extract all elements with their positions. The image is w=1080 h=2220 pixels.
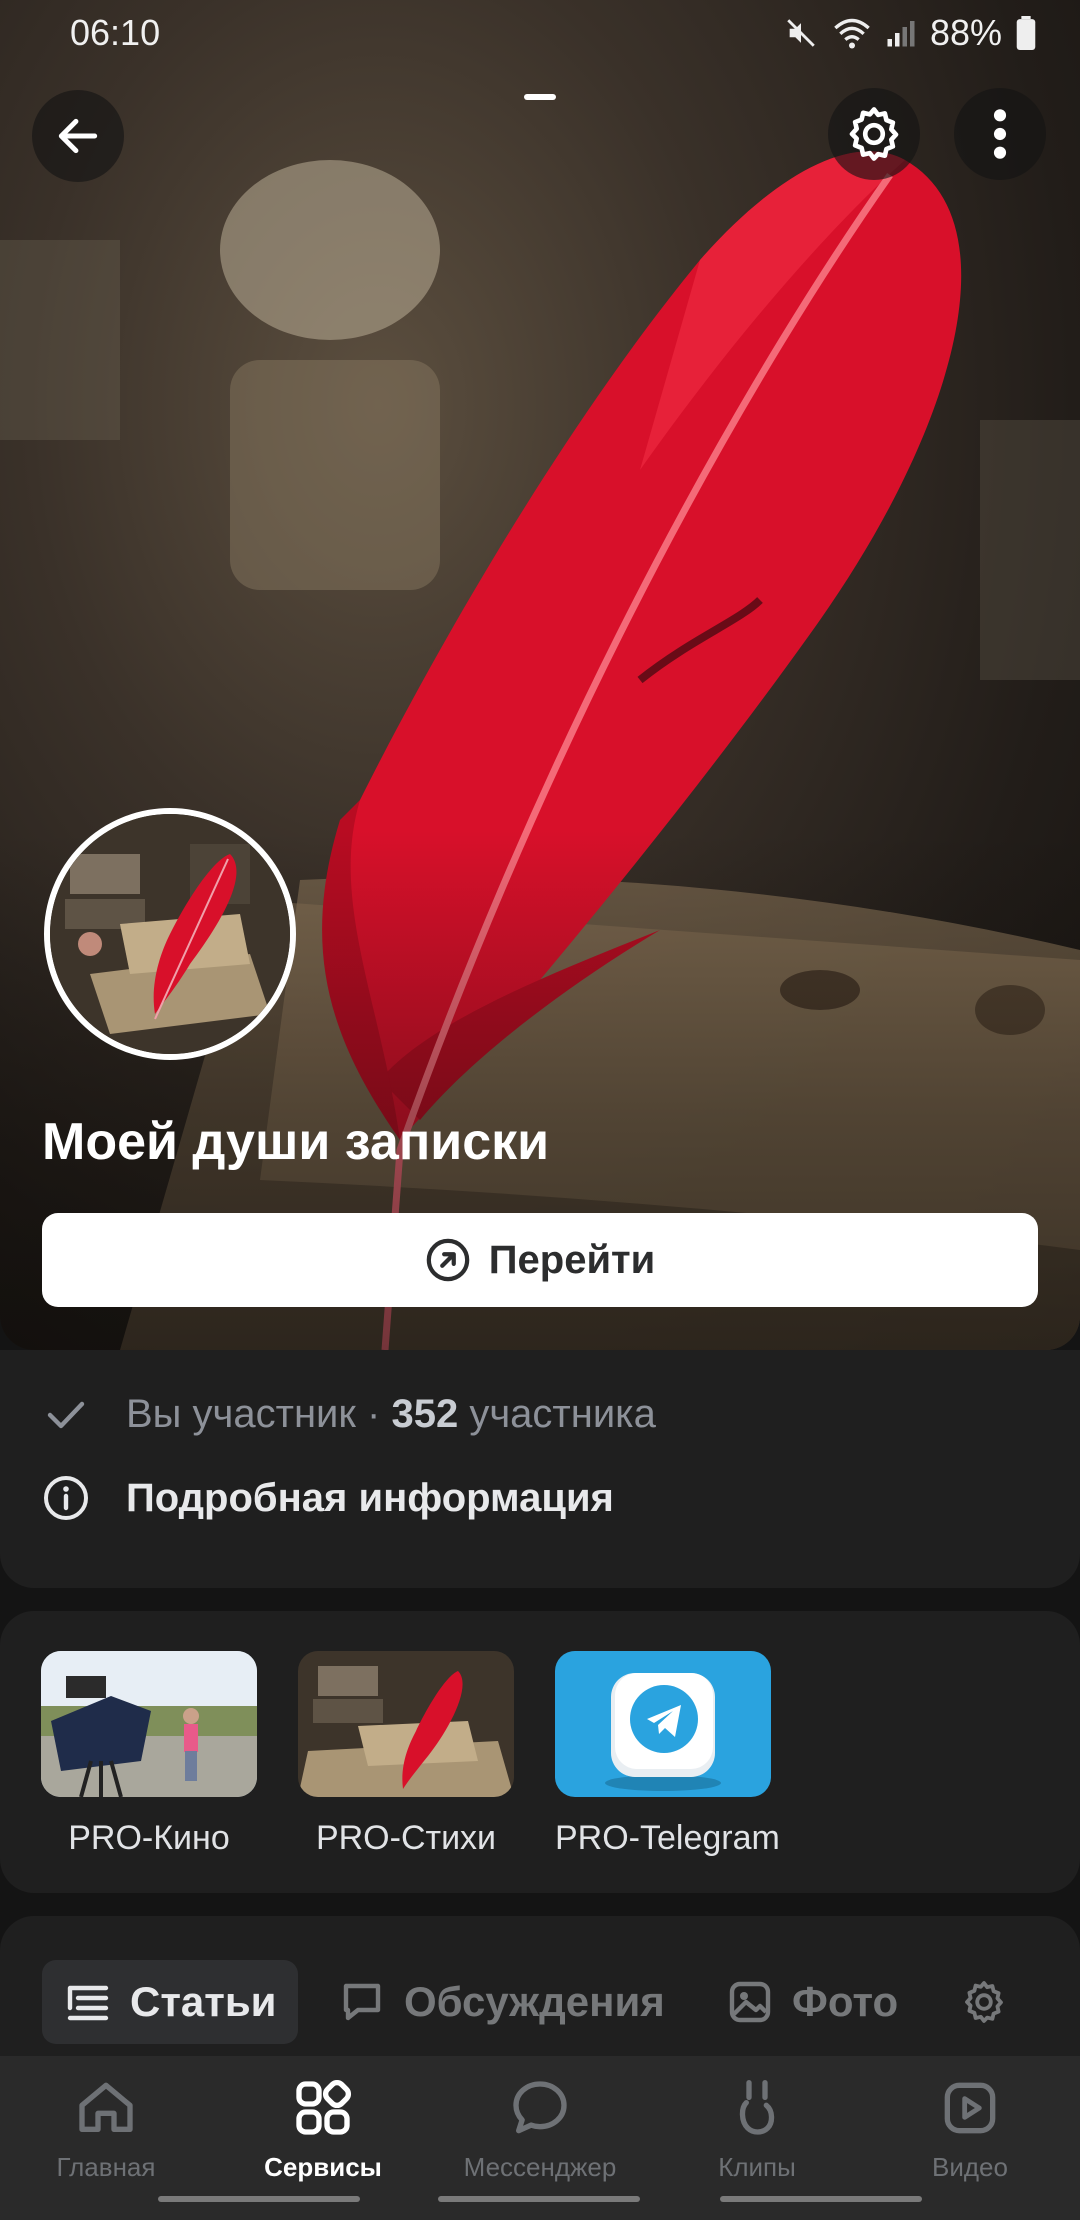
gesture-bar-left [158, 2196, 360, 2202]
gesture-bar-right [720, 2196, 922, 2202]
status-bar: 06:10 88% [0, 0, 1080, 66]
tab-photos[interactable]: Фото [704, 1960, 920, 2044]
details-row[interactable]: Подробная информация [42, 1474, 614, 1522]
more-vertical-icon [993, 109, 1007, 159]
telegram-logo-icon [605, 1673, 721, 1791]
nav-video-label: Видео [932, 2152, 1008, 2182]
member-count: 352 [391, 1391, 459, 1436]
go-button-label: Перейти [488, 1237, 656, 1282]
nav-messenger-label: Мессенджер [463, 2152, 617, 2182]
nav-home-label: Главная [56, 2152, 156, 2182]
tab-articles-label: Статьи [130, 1978, 277, 2025]
link-label-telegram: PRO-Telegram [555, 1819, 780, 1857]
tab-articles[interactable]: Статьи [42, 1960, 299, 2044]
status-time: 06:10 [70, 12, 161, 53]
link-pro-stihi[interactable]: PRO-Стихи [298, 1651, 514, 1858]
link-pro-telegram[interactable]: PRO-Telegram [555, 1651, 780, 1858]
link-thumb-stihi [298, 1651, 514, 1797]
signal-icon [887, 21, 915, 47]
gesture-bar-center [438, 2196, 640, 2202]
camera-photo [41, 1651, 257, 1797]
membership-text: Вы участник · 352 участника [126, 1392, 656, 1437]
nav-clips[interactable]: Клипы [667, 2070, 847, 2183]
settings-button[interactable] [828, 88, 920, 180]
nav-services-label: Сервисы [264, 2152, 382, 2182]
battery-percent: 88% [929, 12, 1002, 53]
arrow-left-icon [58, 118, 98, 154]
tab-discussions[interactable]: Обсуждения [316, 1960, 687, 2044]
link-pro-kino[interactable]: PRO-Кино [41, 1651, 257, 1858]
battery-icon [1016, 16, 1036, 50]
articles-icon [67, 1985, 109, 2021]
services-icon [296, 2079, 352, 2135]
member-word: участника [469, 1391, 656, 1436]
member-status: Вы участник [126, 1391, 356, 1436]
link-thumb-kino [41, 1651, 257, 1797]
more-button[interactable] [954, 88, 1046, 180]
check-icon [47, 1401, 85, 1429]
photo-icon [729, 1981, 771, 2023]
video-icon [944, 2082, 996, 2134]
go-button[interactable]: Перейти [42, 1213, 1038, 1307]
gear-icon [849, 107, 899, 161]
tab-discussions-label: Обсуждения [404, 1978, 665, 2025]
back-button[interactable] [32, 90, 124, 182]
feather-photo [298, 1651, 514, 1797]
gear-icon [965, 1981, 1003, 2023]
wifi-icon [834, 18, 870, 49]
tabs-settings-button[interactable] [938, 1960, 1030, 2044]
links-card: PRO-Кино PRO-Стихи PRO-Telegram [0, 1611, 1080, 1893]
mute-icon [787, 19, 815, 47]
nav-clips-label: Клипы [718, 2152, 796, 2182]
group-title: Моей души записки [42, 1113, 550, 1171]
avatar-feather-image [50, 814, 290, 1054]
clips-icon [739, 2080, 775, 2135]
messenger-icon [513, 2081, 567, 2134]
link-label-stihi: PRO-Стихи [315, 1819, 497, 1857]
details-link: Подробная информация [126, 1475, 614, 1520]
external-link-icon [426, 1238, 470, 1282]
separator-dot: · [367, 1391, 381, 1436]
nav-messenger[interactable]: Мессенджер [450, 2070, 630, 2183]
home-icon [79, 2082, 133, 2132]
info-card: Вы участник · 352 участника Подробная ин… [0, 1350, 1080, 1588]
nav-home[interactable]: Главная [16, 2070, 196, 2183]
link-thumb-telegram [555, 1651, 771, 1797]
membership-row[interactable]: Вы участник · 352 участника [42, 1390, 656, 1438]
nav-video[interactable]: Видео [880, 2070, 1060, 2183]
tab-photos-label: Фото [792, 1978, 899, 2025]
group-avatar[interactable] [44, 808, 296, 1060]
info-icon [44, 1476, 88, 1520]
nav-services[interactable]: Сервисы [233, 2070, 413, 2183]
link-label-kino: PRO-Кино [68, 1819, 230, 1857]
discussion-icon [343, 1983, 381, 2021]
drag-handle[interactable] [524, 94, 556, 100]
